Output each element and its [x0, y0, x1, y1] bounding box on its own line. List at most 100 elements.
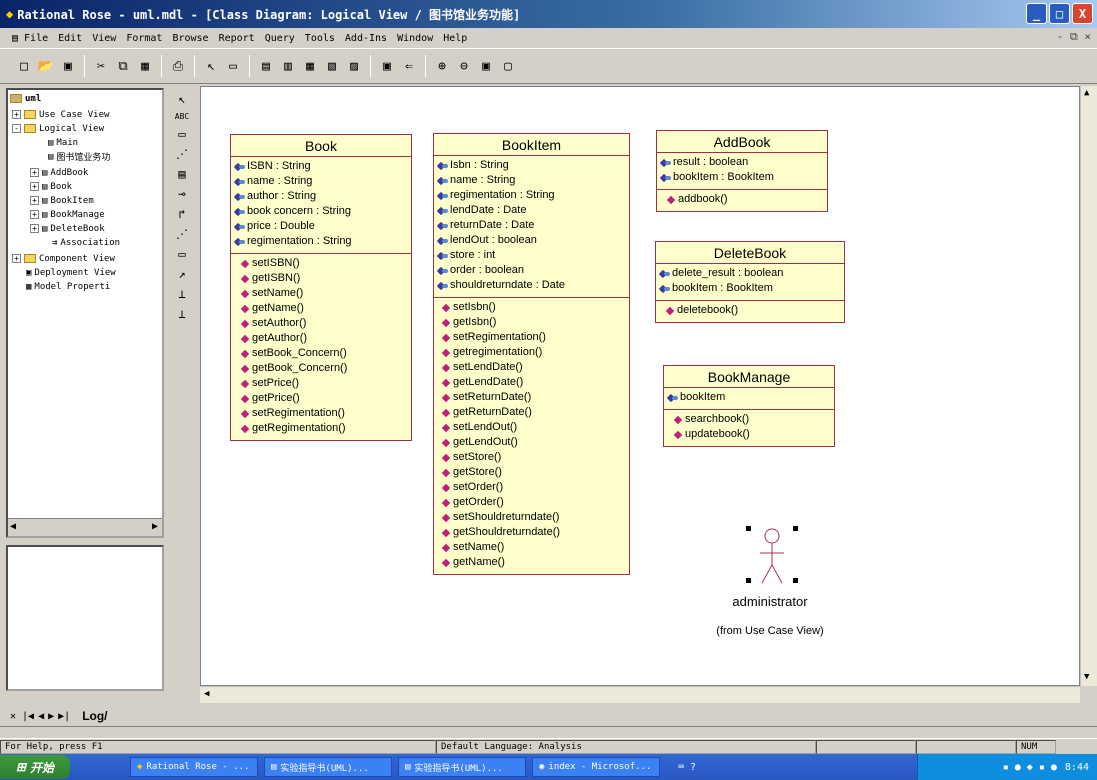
operation[interactable]: getStore() [441, 465, 623, 480]
scroll-down-icon[interactable]: ▼ [1084, 672, 1089, 682]
log-nav-prev-icon[interactable]: ◀ [38, 711, 44, 722]
package-tool-icon[interactable]: ▭ [178, 247, 185, 261]
tree-node-logical-view[interactable]: - Logical View [12, 122, 104, 135]
attribute[interactable]: author : String [235, 189, 405, 204]
operation[interactable]: getShouldreturndate() [441, 525, 623, 540]
view-documentation-icon[interactable]: ▭ [223, 56, 243, 76]
operation[interactable]: getAuthor() [240, 331, 405, 346]
attribute[interactable]: result : boolean [661, 155, 821, 170]
class-book[interactable]: Book ISBN : String name : String author : … [230, 134, 412, 441]
operation[interactable]: setReturnDate() [441, 390, 623, 405]
task-index[interactable]: ◉ index - Microsof... [532, 757, 660, 777]
attribute[interactable]: bookItem [668, 390, 828, 405]
menu-report[interactable]: Report [219, 33, 255, 44]
operation[interactable]: setPrice() [240, 376, 405, 391]
log-nav-next-icon[interactable]: ▶ [48, 711, 54, 722]
close-log-icon[interactable]: ✕ [10, 711, 16, 722]
menu-file[interactable]: File [24, 33, 48, 44]
browse-state-diagram-icon[interactable]: ▧ [322, 56, 342, 76]
close-button[interactable]: X [1072, 3, 1093, 24]
canvas-vertical-scrollbar[interactable]: ▲ ▼ [1080, 86, 1097, 686]
expand-icon[interactable]: + [30, 182, 39, 191]
note-tool-icon[interactable]: ▭ [178, 127, 185, 141]
attribute[interactable]: name : String [235, 174, 405, 189]
operation[interactable]: getIsbn() [441, 315, 623, 330]
scroll-up-icon[interactable]: ▲ [1084, 88, 1089, 98]
tree-node-bookmanage[interactable]: + ▤ BookManage [30, 208, 105, 221]
operation[interactable]: setISBN() [240, 256, 405, 271]
attribute[interactable]: bookItem : BookItem [661, 170, 821, 185]
expand-icon[interactable]: + [12, 254, 21, 263]
attribute[interactable]: regimentation : String [235, 234, 405, 249]
operation[interactable]: updatebook() [673, 427, 828, 442]
browse-class-diagram-icon[interactable]: ▤ [256, 56, 276, 76]
task-doc-2[interactable]: ▤ 实验指导书(UML)... [398, 757, 526, 777]
selection-handle[interactable] [746, 578, 751, 583]
text-box-tool-icon[interactable]: ABC [175, 112, 189, 121]
operation[interactable]: setOrder() [441, 480, 623, 495]
tab-log[interactable]: Log/ [82, 709, 107, 723]
attribute[interactable]: price : Double [235, 219, 405, 234]
menu-add-ins[interactable]: Add-Ins [345, 33, 387, 44]
operation[interactable]: getName() [441, 555, 623, 570]
tree-node-association[interactable]: ⇉ Association [52, 236, 120, 249]
class-bookmanage[interactable]: BookManage bookItem searchbook() updatebo… [663, 365, 835, 447]
minimize-button[interactable]: _ [1026, 3, 1047, 24]
canvas-horizontal-scrollbar[interactable]: ◀ [200, 686, 1080, 703]
open-icon[interactable]: 📂 [36, 56, 56, 76]
tree-node-book[interactable]: + ▤ Book [30, 180, 72, 193]
operation[interactable]: getBook_Concern() [240, 361, 405, 376]
cut-icon[interactable]: ✂ [91, 56, 111, 76]
attribute[interactable]: bookItem : BookItem [660, 281, 838, 296]
operation[interactable]: setRegimentation() [441, 330, 623, 345]
expand-icon[interactable]: + [30, 210, 39, 219]
class-deletebook[interactable]: DeleteBook delete_result : boolean bookIt… [655, 241, 845, 323]
operation[interactable]: getLendOut() [441, 435, 623, 450]
tree-node-addbook[interactable]: + ▤ AddBook [30, 166, 88, 179]
class-tool-icon[interactable]: ▤ [178, 167, 185, 181]
operation[interactable]: setRegimentation() [240, 406, 405, 421]
fit-in-window-icon[interactable]: ▣ [476, 56, 496, 76]
mdi-window-controls[interactable]: - ⧉ × [1057, 30, 1091, 44]
maximize-button[interactable]: □ [1049, 3, 1070, 24]
tree-node-main[interactable]: ▤ Main [48, 136, 78, 149]
tree-node-deletebook[interactable]: + ▤ DeleteBook [30, 222, 105, 235]
operation[interactable]: setLendOut() [441, 420, 623, 435]
expand-icon[interactable]: + [12, 110, 21, 119]
expand-icon[interactable]: + [30, 168, 39, 177]
class-addbook[interactable]: AddBook result : boolean bookItem : BookI… [656, 130, 828, 212]
menu-help[interactable]: Help [443, 33, 467, 44]
operation[interactable]: setLendDate() [441, 360, 623, 375]
paste-icon[interactable]: ▦ [135, 56, 155, 76]
operation[interactable]: searchbook() [673, 412, 828, 427]
browse-previous-icon[interactable]: ⇐ [399, 56, 419, 76]
attribute[interactable]: delete_result : boolean [660, 266, 838, 281]
expand-icon[interactable]: + [30, 224, 39, 233]
browse-parent-icon[interactable]: ▣ [377, 56, 397, 76]
menu-browse[interactable]: Browse [172, 33, 208, 44]
anchor-note-tool-icon[interactable]: ⋰ [176, 147, 188, 161]
attribute[interactable]: lendOut : boolean [438, 233, 623, 248]
operation[interactable]: getReturnDate() [441, 405, 623, 420]
operation[interactable]: getName() [240, 301, 405, 316]
new-icon[interactable]: □ [14, 56, 34, 76]
attribute[interactable]: Isbn : String [438, 158, 623, 173]
browse-interaction-diagram-icon[interactable]: ▥ [278, 56, 298, 76]
operation[interactable]: getOrder() [441, 495, 623, 510]
operation[interactable]: getLendDate() [441, 375, 623, 390]
scroll-left-icon[interactable]: ◀ [204, 689, 209, 699]
menu-window[interactable]: Window [397, 33, 433, 44]
tree-node-root[interactable]: uml [10, 92, 41, 105]
attribute[interactable]: lendDate : Date [438, 203, 623, 218]
context-help-icon[interactable]: ↖ [201, 56, 221, 76]
operation[interactable]: setShouldreturndate() [441, 510, 623, 525]
attribute[interactable]: ISBN : String [235, 159, 405, 174]
help-tray-icon[interactable]: ? [690, 762, 696, 773]
class-bookitem[interactable]: BookItem Isbn : String name : String regim… [433, 133, 630, 575]
tree-node-bookitem[interactable]: + ▤ BookItem [30, 194, 94, 207]
attribute[interactable]: name : String [438, 173, 623, 188]
browse-component-diagram-icon[interactable]: ▦ [300, 56, 320, 76]
generalization-tool-icon[interactable]: ⊥ [178, 287, 185, 301]
menu-tools[interactable]: Tools [305, 33, 335, 44]
operation[interactable]: setStore() [441, 450, 623, 465]
